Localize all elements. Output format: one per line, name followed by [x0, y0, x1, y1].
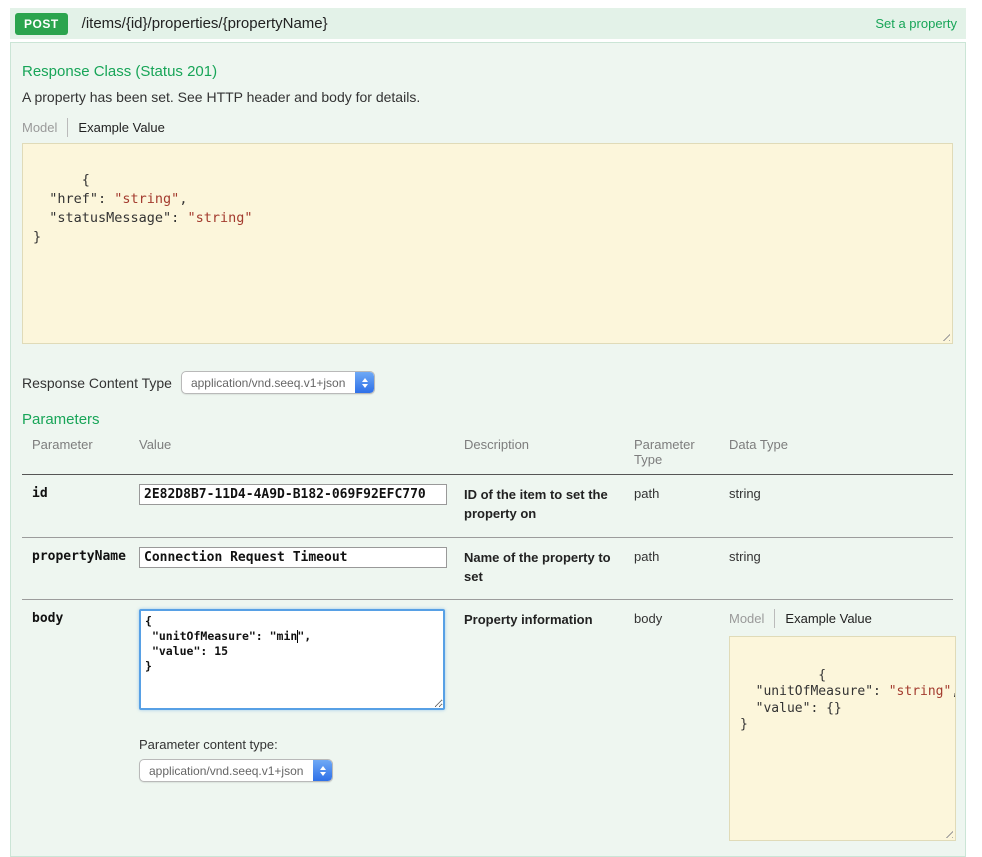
response-content-type-row: Response Content Type application/vnd.se…	[22, 371, 953, 394]
response-content-type-label: Response Content Type	[22, 375, 172, 391]
select-stepper-icon	[313, 760, 332, 781]
param-name: propertyName	[22, 547, 139, 564]
tab-model[interactable]: Model	[22, 118, 68, 137]
param-description: ID of the item to set the property on	[464, 484, 634, 524]
param-name: body	[22, 609, 139, 626]
col-parameter: Parameter	[22, 437, 139, 452]
param-type: path	[634, 484, 729, 501]
endpoint-path[interactable]: /items/{id}/properties/{propertyName}	[82, 15, 328, 32]
param-data-type: string	[729, 484, 953, 501]
table-row-id: id ID of the item to set the property on…	[22, 475, 953, 538]
col-data-type: Data Type	[729, 437, 953, 452]
param-name: id	[22, 484, 139, 501]
resize-handle-icon[interactable]	[940, 331, 950, 341]
operation-panel: POST /items/{id}/properties/{propertyNam…	[10, 8, 966, 857]
param-type: body	[634, 609, 729, 626]
response-content-type-value: application/vnd.seeq.v1+json	[182, 372, 355, 393]
body-snippet-code[interactable]: { "unitOfMeasure": "string", "value": {}…	[729, 636, 956, 841]
body-snippet-column: Model Example Value { "unitOfMeasure": "…	[729, 609, 959, 841]
operation-heading[interactable]: POST /items/{id}/properties/{propertyNam…	[10, 8, 966, 39]
col-description: Description	[464, 437, 634, 452]
tab-example-value[interactable]: Example Value	[68, 118, 164, 137]
text-caret	[297, 630, 298, 643]
col-value: Value	[139, 437, 464, 452]
response-class-description: A property has been set. See HTTP header…	[22, 89, 953, 105]
tab-example-value[interactable]: Example Value	[775, 609, 871, 628]
operation-content: Response Class (Status 201) A property h…	[10, 42, 966, 857]
parameters-table-header: Parameter Value Description Parameter Ty…	[22, 435, 953, 475]
param-description: Name of the property to set	[464, 547, 634, 587]
response-class-title: Response Class (Status 201)	[22, 63, 953, 80]
param-data-type: string	[729, 547, 953, 564]
body-parameter-textarea[interactable]: { "unitOfMeasure": "min", "value": 15 }	[139, 609, 445, 710]
select-stepper-icon	[355, 372, 374, 393]
response-content-type-select[interactable]: application/vnd.seeq.v1+json	[181, 371, 375, 394]
response-class-tabs: Model Example Value	[22, 118, 953, 137]
http-method-badge: POST	[15, 13, 68, 35]
response-example-code[interactable]: { "href": "string", "statusMessage": "st…	[22, 143, 953, 344]
propertyname-value-input[interactable]	[139, 547, 447, 568]
param-type: path	[634, 547, 729, 564]
operation-summary-link[interactable]: Set a property	[875, 16, 957, 31]
response-example-json: { "href": "string", "statusMessage": "st…	[33, 172, 252, 245]
parameters-title: Parameters	[22, 411, 953, 428]
body-snippet-json: { "unitOfMeasure": "string", "value": {}…	[740, 668, 956, 733]
col-parameter-type: Parameter Type	[634, 437, 729, 467]
parameter-content-type-select[interactable]: application/vnd.seeq.v1+json	[139, 759, 333, 782]
parameter-content-type-label: Parameter content type:	[139, 737, 464, 752]
param-description: Property information	[464, 609, 634, 630]
table-row-propertyname: propertyName Name of the property to set…	[22, 538, 953, 601]
id-value-input[interactable]	[139, 484, 447, 505]
resize-handle-icon[interactable]	[943, 828, 953, 838]
body-snippet-tabs: Model Example Value	[729, 609, 959, 628]
tab-model[interactable]: Model	[729, 609, 775, 628]
parameter-content-type-value: application/vnd.seeq.v1+json	[140, 760, 313, 781]
table-row-body: body { "unitOfMeasure": "min", "value": …	[22, 600, 953, 854]
